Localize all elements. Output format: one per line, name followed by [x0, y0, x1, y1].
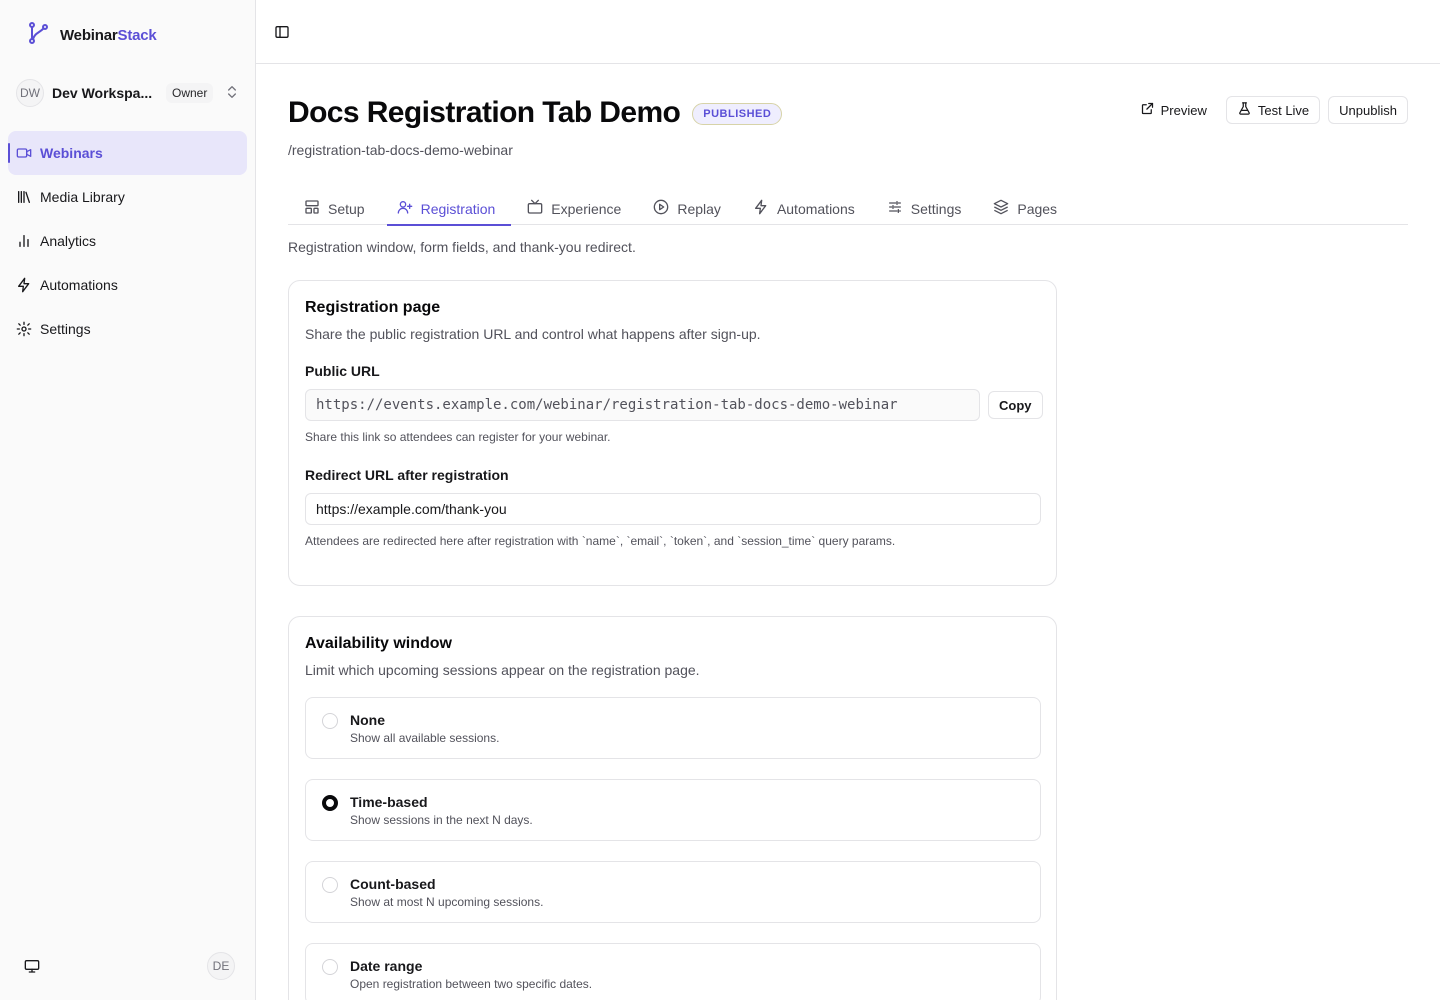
- option-title: Count-based: [350, 876, 436, 892]
- sidebar-item-label: Webinars: [40, 145, 103, 161]
- flask-icon: [1237, 101, 1252, 119]
- monitor-icon[interactable]: [24, 958, 40, 979]
- video-icon: [16, 145, 32, 161]
- sidebar-item-webinars[interactable]: Webinars: [8, 131, 247, 175]
- external-link-icon: [1140, 101, 1155, 119]
- sidebar-item-settings[interactable]: Settings: [8, 307, 247, 351]
- tab-setup[interactable]: Setup: [288, 192, 381, 225]
- sidebar-item-analytics[interactable]: Analytics: [8, 219, 247, 263]
- sidebar-item-label: Media Library: [40, 189, 125, 205]
- tab-label: Pages: [1017, 200, 1058, 217]
- availability-option-count-based[interactable]: Count-based Show at most N upcoming sess…: [305, 861, 1041, 923]
- page-actions: Preview Test Live Unpublish: [1128, 96, 1408, 124]
- workspace-avatar: DW: [16, 79, 44, 107]
- branch-logo-icon: [26, 21, 50, 50]
- redirect-url-input[interactable]: https://example.com/thank-you: [305, 493, 1041, 525]
- layers-icon: [993, 199, 1009, 218]
- tab-description: Registration window, form fields, and th…: [288, 239, 636, 255]
- sidebar-toggle-icon[interactable]: [274, 24, 290, 45]
- radio-button[interactable]: [322, 713, 338, 729]
- unpublish-button[interactable]: Unpublish: [1328, 96, 1408, 124]
- preview-label: Preview: [1160, 102, 1207, 118]
- zap-icon: [16, 277, 32, 293]
- test-live-button[interactable]: Test Live: [1225, 96, 1321, 124]
- radio-button[interactable]: [322, 877, 338, 893]
- sliders-icon: [887, 199, 903, 218]
- option-description: Show at most N upcoming sessions.: [350, 895, 544, 909]
- tab-label: Experience: [551, 200, 622, 217]
- play-circle-icon: [653, 199, 669, 218]
- copy-url-button[interactable]: Copy: [988, 391, 1043, 419]
- tab-label: Settings: [910, 200, 962, 217]
- availability-option-date-range[interactable]: Date range Open registration between two…: [305, 943, 1041, 1000]
- brand-logo[interactable]: WebinarStack: [26, 21, 157, 50]
- sidebar-item-label: Automations: [40, 277, 118, 293]
- tab-label: Automations: [776, 200, 855, 217]
- card-subtitle: Limit which upcoming sessions appear on …: [305, 662, 700, 678]
- status-badge: PUBLISHED: [692, 103, 783, 125]
- radio-button-selected[interactable]: [322, 795, 338, 811]
- title-row: Docs Registration Tab Demo PUBLISHED: [288, 96, 783, 130]
- option-title: Time-based: [350, 794, 428, 810]
- public-url-label: Public URL: [305, 363, 380, 379]
- registration-page-card: Registration page Share the public regis…: [288, 280, 1057, 586]
- tab-replay[interactable]: Replay: [637, 192, 737, 225]
- tab-registration[interactable]: Registration: [381, 192, 512, 226]
- brand-name: WebinarStack: [60, 27, 157, 44]
- card-subtitle: Share the public registration URL and co…: [305, 326, 761, 342]
- zap-icon: [753, 199, 769, 218]
- webinar-slug: /registration-tab-docs-demo-webinar: [288, 142, 513, 158]
- unpublish-label: Unpublish: [1339, 102, 1397, 118]
- user-plus-icon: [397, 199, 413, 218]
- option-description: Show sessions in the next N days.: [350, 813, 533, 827]
- tab-automations[interactable]: Automations: [737, 192, 871, 225]
- sidebar: WebinarStack DW Dev Workspa... Owner Web…: [0, 0, 256, 1000]
- option-description: Open registration between two specific d…: [350, 977, 593, 991]
- workspace-role-badge: Owner: [166, 83, 214, 103]
- option-description: Show all available sessions.: [350, 731, 500, 745]
- chevrons-up-down-icon: [224, 84, 240, 105]
- top-bar: [256, 0, 1440, 64]
- library-icon: [16, 189, 32, 205]
- tab-label: Replay: [677, 200, 721, 217]
- public-url-input[interactable]: https://events.example.com/webinar/regis…: [305, 389, 980, 421]
- gear-icon: [16, 321, 32, 337]
- sidebar-nav: Webinars Media Library Analytics Automat…: [8, 131, 247, 351]
- availability-window-card: Availability window Limit which upcoming…: [288, 616, 1057, 1000]
- radio-button[interactable]: [322, 959, 338, 975]
- workspace-name: Dev Workspa...: [52, 85, 152, 101]
- card-title: Registration page: [305, 299, 441, 316]
- redirect-url-label: Redirect URL after registration: [305, 467, 509, 483]
- sidebar-item-automations[interactable]: Automations: [8, 263, 247, 307]
- tab-label: Setup: [328, 200, 365, 217]
- page-title: Docs Registration Tab Demo: [288, 96, 681, 129]
- sidebar-item-label: Analytics: [40, 233, 97, 249]
- tab-experience[interactable]: Experience: [511, 192, 637, 225]
- workspace-switcher[interactable]: DW Dev Workspa... Owner: [16, 78, 246, 108]
- tab-settings[interactable]: Settings: [871, 192, 978, 225]
- sidebar-footer: DE: [0, 952, 256, 980]
- option-title: None: [350, 712, 385, 728]
- option-title: Date range: [350, 958, 423, 974]
- sidebar-item-label: Settings: [40, 321, 91, 337]
- bar-chart-icon: [16, 233, 32, 249]
- sidebar-item-media-library[interactable]: Media Library: [8, 175, 247, 219]
- layout-icon: [304, 199, 320, 218]
- tab-pages[interactable]: Pages: [977, 192, 1073, 225]
- availability-option-none[interactable]: None Show all available sessions.: [305, 697, 1041, 759]
- card-title: Availability window: [305, 635, 452, 652]
- user-avatar[interactable]: DE: [207, 952, 235, 980]
- webinar-tabs: Setup Registration Experience Replay Aut…: [288, 192, 1408, 226]
- public-url-hint: Share this link so attendees can registe…: [305, 430, 611, 444]
- test-live-label: Test Live: [1257, 102, 1310, 118]
- tv-icon: [527, 199, 543, 218]
- redirect-url-hint: Attendees are redirected here after regi…: [305, 534, 896, 548]
- tab-label: Registration: [420, 200, 496, 217]
- preview-button[interactable]: Preview: [1128, 96, 1218, 124]
- availability-option-time-based[interactable]: Time-based Show sessions in the next N d…: [305, 779, 1041, 841]
